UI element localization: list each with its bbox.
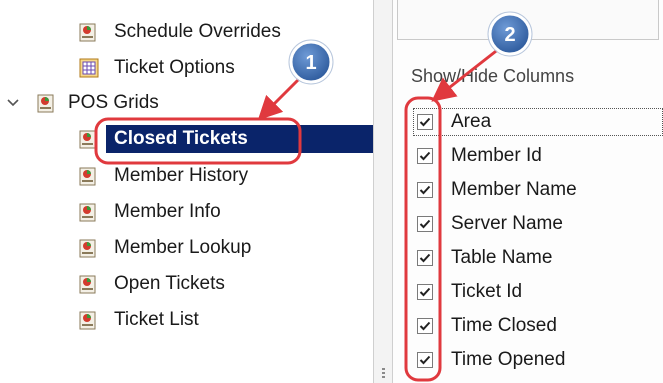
checkmark-icon <box>419 321 431 331</box>
column-label: Area <box>451 111 492 132</box>
column-toggle-time-closed[interactable]: Time Closed <box>417 312 557 340</box>
tree-view: Schedule Overrides Ticket Options POS Gr… <box>0 0 380 383</box>
checkmark-icon <box>419 185 431 195</box>
column-label: Time Opened <box>451 349 566 370</box>
panel-splitter[interactable] <box>373 0 393 383</box>
column-label: Server Name <box>451 213 563 234</box>
tree-item-open-tickets[interactable]: Open Tickets <box>78 269 225 299</box>
columns-panel: Show/Hide Columns Area Member Id Member … <box>393 0 663 383</box>
report-icon <box>78 165 100 187</box>
tree-item-ticket-options[interactable]: Ticket Options <box>78 53 235 83</box>
checkbox[interactable] <box>417 216 433 232</box>
report-icon <box>78 21 100 43</box>
checkmark-icon <box>419 151 431 161</box>
report-icon <box>78 309 100 331</box>
column-toggle-member-id[interactable]: Member Id <box>417 142 542 170</box>
tree-item-label: Schedule Overrides <box>114 21 281 42</box>
tree-item-schedule-overrides[interactable]: Schedule Overrides <box>78 17 281 47</box>
options-grid-icon <box>78 57 100 79</box>
checkmark-icon <box>419 253 431 263</box>
column-toggle-time-opened[interactable]: Time Opened <box>417 346 565 374</box>
report-icon <box>78 273 100 295</box>
tree-item-member-lookup[interactable]: Member Lookup <box>78 233 251 263</box>
column-label: Member Name <box>451 179 577 200</box>
tree-item-label: Member Lookup <box>114 237 252 258</box>
tree-item-label: POS Grids <box>68 92 159 113</box>
column-toggle-area[interactable]: Area <box>413 108 663 136</box>
checkbox[interactable] <box>417 148 433 164</box>
tree-item-pos-grids[interactable]: POS Grids <box>36 88 159 118</box>
column-label: Member Id <box>451 145 542 166</box>
column-label: Ticket Id <box>451 281 523 302</box>
tree-item-member-history[interactable]: Member History <box>78 161 248 191</box>
tree-item-label: Member History <box>114 165 249 186</box>
checkbox[interactable] <box>417 114 433 130</box>
report-icon <box>78 237 100 259</box>
report-icon <box>36 92 58 114</box>
checkmark-icon <box>419 219 431 229</box>
checkmark-icon <box>419 287 431 297</box>
checkbox[interactable] <box>417 318 433 334</box>
checkbox[interactable] <box>417 182 433 198</box>
tree-item-ticket-list[interactable]: Ticket List <box>78 305 199 335</box>
tree-item-label: Closed Tickets <box>106 125 380 153</box>
checkmark-icon <box>419 355 431 365</box>
tree-item-label: Ticket List <box>114 309 199 330</box>
tree-item-closed-tickets[interactable]: Closed Tickets <box>78 124 380 154</box>
column-toggle-server-name[interactable]: Server Name <box>417 210 563 238</box>
column-label: Table Name <box>451 247 553 268</box>
collapse-chevron-icon[interactable] <box>6 96 20 110</box>
checkbox[interactable] <box>417 284 433 300</box>
report-icon <box>78 128 100 150</box>
tree-item-label: Open Tickets <box>114 273 225 294</box>
checkmark-icon <box>419 117 431 127</box>
checkbox[interactable] <box>417 250 433 266</box>
panel-top-frame <box>397 0 659 40</box>
column-label: Time Closed <box>451 315 557 336</box>
column-toggle-ticket-id[interactable]: Ticket Id <box>417 278 522 306</box>
tree-item-label: Member Info <box>114 201 221 222</box>
column-toggle-table-name[interactable]: Table Name <box>417 244 552 272</box>
checkbox[interactable] <box>417 352 433 368</box>
show-hide-columns-title: Show/Hide Columns <box>411 66 575 86</box>
splitter-grip[interactable] <box>382 368 385 380</box>
tree-item-member-info[interactable]: Member Info <box>78 197 221 227</box>
column-toggle-member-name[interactable]: Member Name <box>417 176 577 204</box>
tree-item-label: Ticket Options <box>114 57 235 78</box>
report-icon <box>78 201 100 223</box>
